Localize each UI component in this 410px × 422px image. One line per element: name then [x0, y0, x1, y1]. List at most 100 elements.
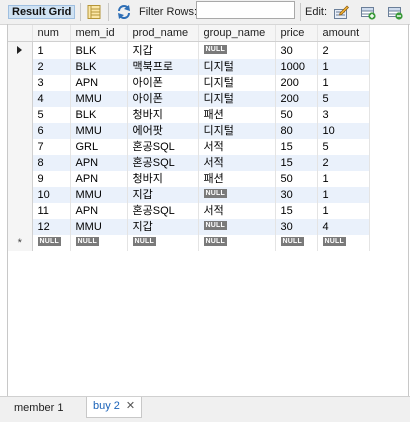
cell-mem-id[interactable]: MMU	[70, 219, 128, 235]
row-selector[interactable]	[8, 123, 33, 139]
row-selector[interactable]	[8, 91, 33, 107]
cell-amount[interactable]: 1	[317, 59, 370, 75]
cell-group-name[interactable]: 패션	[198, 107, 276, 123]
table-row[interactable]: 11 APN 혼공SQL 서적 15 1	[8, 203, 370, 219]
cell-group-name[interactable]: NULL	[198, 41, 276, 59]
cell-amount[interactable]: 10	[317, 123, 370, 139]
table-row[interactable]: 9 APN 청바지 패션 50 1	[8, 171, 370, 187]
row-selector[interactable]	[8, 219, 33, 235]
cell-prod-name[interactable]: 지갑	[127, 41, 199, 59]
cell-amount[interactable]: 1	[317, 203, 370, 219]
cell-amount[interactable]: 4	[317, 219, 370, 235]
cell-group-name[interactable]: 디지털	[198, 123, 276, 139]
cell-mem-id[interactable]: APN	[70, 203, 128, 219]
cell-num[interactable]: NULL	[32, 235, 71, 251]
row-selector[interactable]	[8, 155, 33, 171]
cell-group-name[interactable]: 디지털	[198, 75, 276, 91]
column-header-group-name[interactable]: group_name	[198, 25, 276, 42]
row-selector[interactable]	[8, 75, 33, 91]
cell-amount[interactable]: 1	[317, 171, 370, 187]
cell-amount[interactable]: 3	[317, 107, 370, 123]
column-header-amount[interactable]: amount	[317, 25, 370, 42]
cell-group-name[interactable]: 디지털	[198, 91, 276, 107]
cell-num[interactable]: 3	[32, 75, 71, 91]
cell-group-name[interactable]: NULL	[198, 235, 276, 251]
cell-price[interactable]: 30	[275, 187, 318, 203]
cell-prod-name[interactable]: 지갑	[127, 187, 199, 203]
cell-group-name[interactable]: 서적	[198, 139, 276, 155]
row-selector[interactable]	[8, 41, 33, 59]
cell-mem-id[interactable]: BLK	[70, 107, 128, 123]
cell-amount[interactable]: 1	[317, 75, 370, 91]
cell-mem-id[interactable]: BLK	[70, 59, 128, 75]
cell-price[interactable]: 1000	[275, 59, 318, 75]
close-tab-icon[interactable]: ✕	[126, 400, 135, 412]
table-row[interactable]: 2 BLK 맥북프로 디지털 1000 1	[8, 59, 370, 75]
cell-num[interactable]: 12	[32, 219, 71, 235]
cell-price[interactable]: 30	[275, 219, 318, 235]
cell-amount[interactable]: 5	[317, 139, 370, 155]
tab-member-1[interactable]: member 1	[8, 399, 70, 417]
table-row[interactable]: 6 MMU 에어팟 디지털 80 10	[8, 123, 370, 139]
cell-group-name[interactable]: 패션	[198, 171, 276, 187]
column-header-prod-name[interactable]: prod_name	[127, 25, 199, 42]
cell-num[interactable]: 1	[32, 41, 71, 59]
cell-price[interactable]: 80	[275, 123, 318, 139]
cell-num[interactable]: 5	[32, 107, 71, 123]
cell-price[interactable]: 30	[275, 41, 318, 59]
cell-mem-id[interactable]: GRL	[70, 139, 128, 155]
cell-price[interactable]: 50	[275, 107, 318, 123]
cell-prod-name[interactable]: 아이폰	[127, 91, 199, 107]
cell-mem-id[interactable]: APN	[70, 75, 128, 91]
table-row[interactable]: 1 BLK 지갑 NULL 30 2	[8, 41, 370, 59]
cell-prod-name[interactable]: 아이폰	[127, 75, 199, 91]
edit-current-row-icon[interactable]	[333, 4, 349, 20]
cell-amount[interactable]: 5	[317, 91, 370, 107]
cell-prod-name[interactable]: 혼공SQL	[127, 139, 199, 155]
form-view-icon[interactable]	[86, 4, 102, 20]
cell-prod-name[interactable]: 혼공SQL	[127, 203, 199, 219]
table-row[interactable]: 7 GRL 혼공SQL 서적 15 5	[8, 139, 370, 155]
cell-price[interactable]: 15	[275, 203, 318, 219]
cell-amount[interactable]: NULL	[317, 235, 370, 251]
cell-amount[interactable]: 2	[317, 41, 370, 59]
table-row[interactable]: 8 APN 혼공SQL 서적 15 2	[8, 155, 370, 171]
cell-mem-id[interactable]: BLK	[70, 41, 128, 59]
cell-prod-name[interactable]: 청바지	[127, 107, 199, 123]
cell-price[interactable]: 15	[275, 139, 318, 155]
cell-prod-name[interactable]: NULL	[127, 235, 199, 251]
cell-mem-id[interactable]: MMU	[70, 91, 128, 107]
cell-group-name[interactable]: 디지털	[198, 59, 276, 75]
cell-mem-id[interactable]: APN	[70, 155, 128, 171]
row-selector[interactable]	[8, 59, 33, 75]
table-row[interactable]: 12 MMU 지갑 NULL 30 4	[8, 219, 370, 235]
row-selector[interactable]	[8, 107, 33, 123]
table-row[interactable]: 10 MMU 지갑 NULL 30 1	[8, 187, 370, 203]
column-header-num[interactable]: num	[32, 25, 71, 42]
cell-group-name[interactable]: NULL	[198, 187, 276, 203]
new-row[interactable]: * NULL NULL NULL NULL NULL NULL	[8, 235, 370, 251]
cell-mem-id[interactable]: APN	[70, 171, 128, 187]
cell-prod-name[interactable]: 에어팟	[127, 123, 199, 139]
column-header-price[interactable]: price	[275, 25, 318, 42]
cell-prod-name[interactable]: 지갑	[127, 219, 199, 235]
cell-mem-id[interactable]: NULL	[70, 235, 128, 251]
cell-num[interactable]: 6	[32, 123, 71, 139]
cell-num[interactable]: 2	[32, 59, 71, 75]
cell-mem-id[interactable]: MMU	[70, 123, 128, 139]
delete-row-icon[interactable]	[387, 4, 403, 20]
table-row[interactable]: 4 MMU 아이폰 디지털 200 5	[8, 91, 370, 107]
refresh-icon[interactable]	[116, 4, 132, 20]
cell-num[interactable]: 10	[32, 187, 71, 203]
cell-prod-name[interactable]: 혼공SQL	[127, 155, 199, 171]
row-selector[interactable]	[8, 171, 33, 187]
cell-group-name[interactable]: 서적	[198, 203, 276, 219]
cell-amount[interactable]: 2	[317, 155, 370, 171]
table-row[interactable]: 5 BLK 청바지 패션 50 3	[8, 107, 370, 123]
filter-rows-input[interactable]	[196, 1, 295, 19]
add-row-icon[interactable]	[360, 4, 376, 20]
cell-group-name[interactable]: 서적	[198, 155, 276, 171]
cell-prod-name[interactable]: 맥북프로	[127, 59, 199, 75]
tab-buy-2[interactable]: buy 2 ✕	[86, 397, 143, 418]
cell-num[interactable]: 8	[32, 155, 71, 171]
